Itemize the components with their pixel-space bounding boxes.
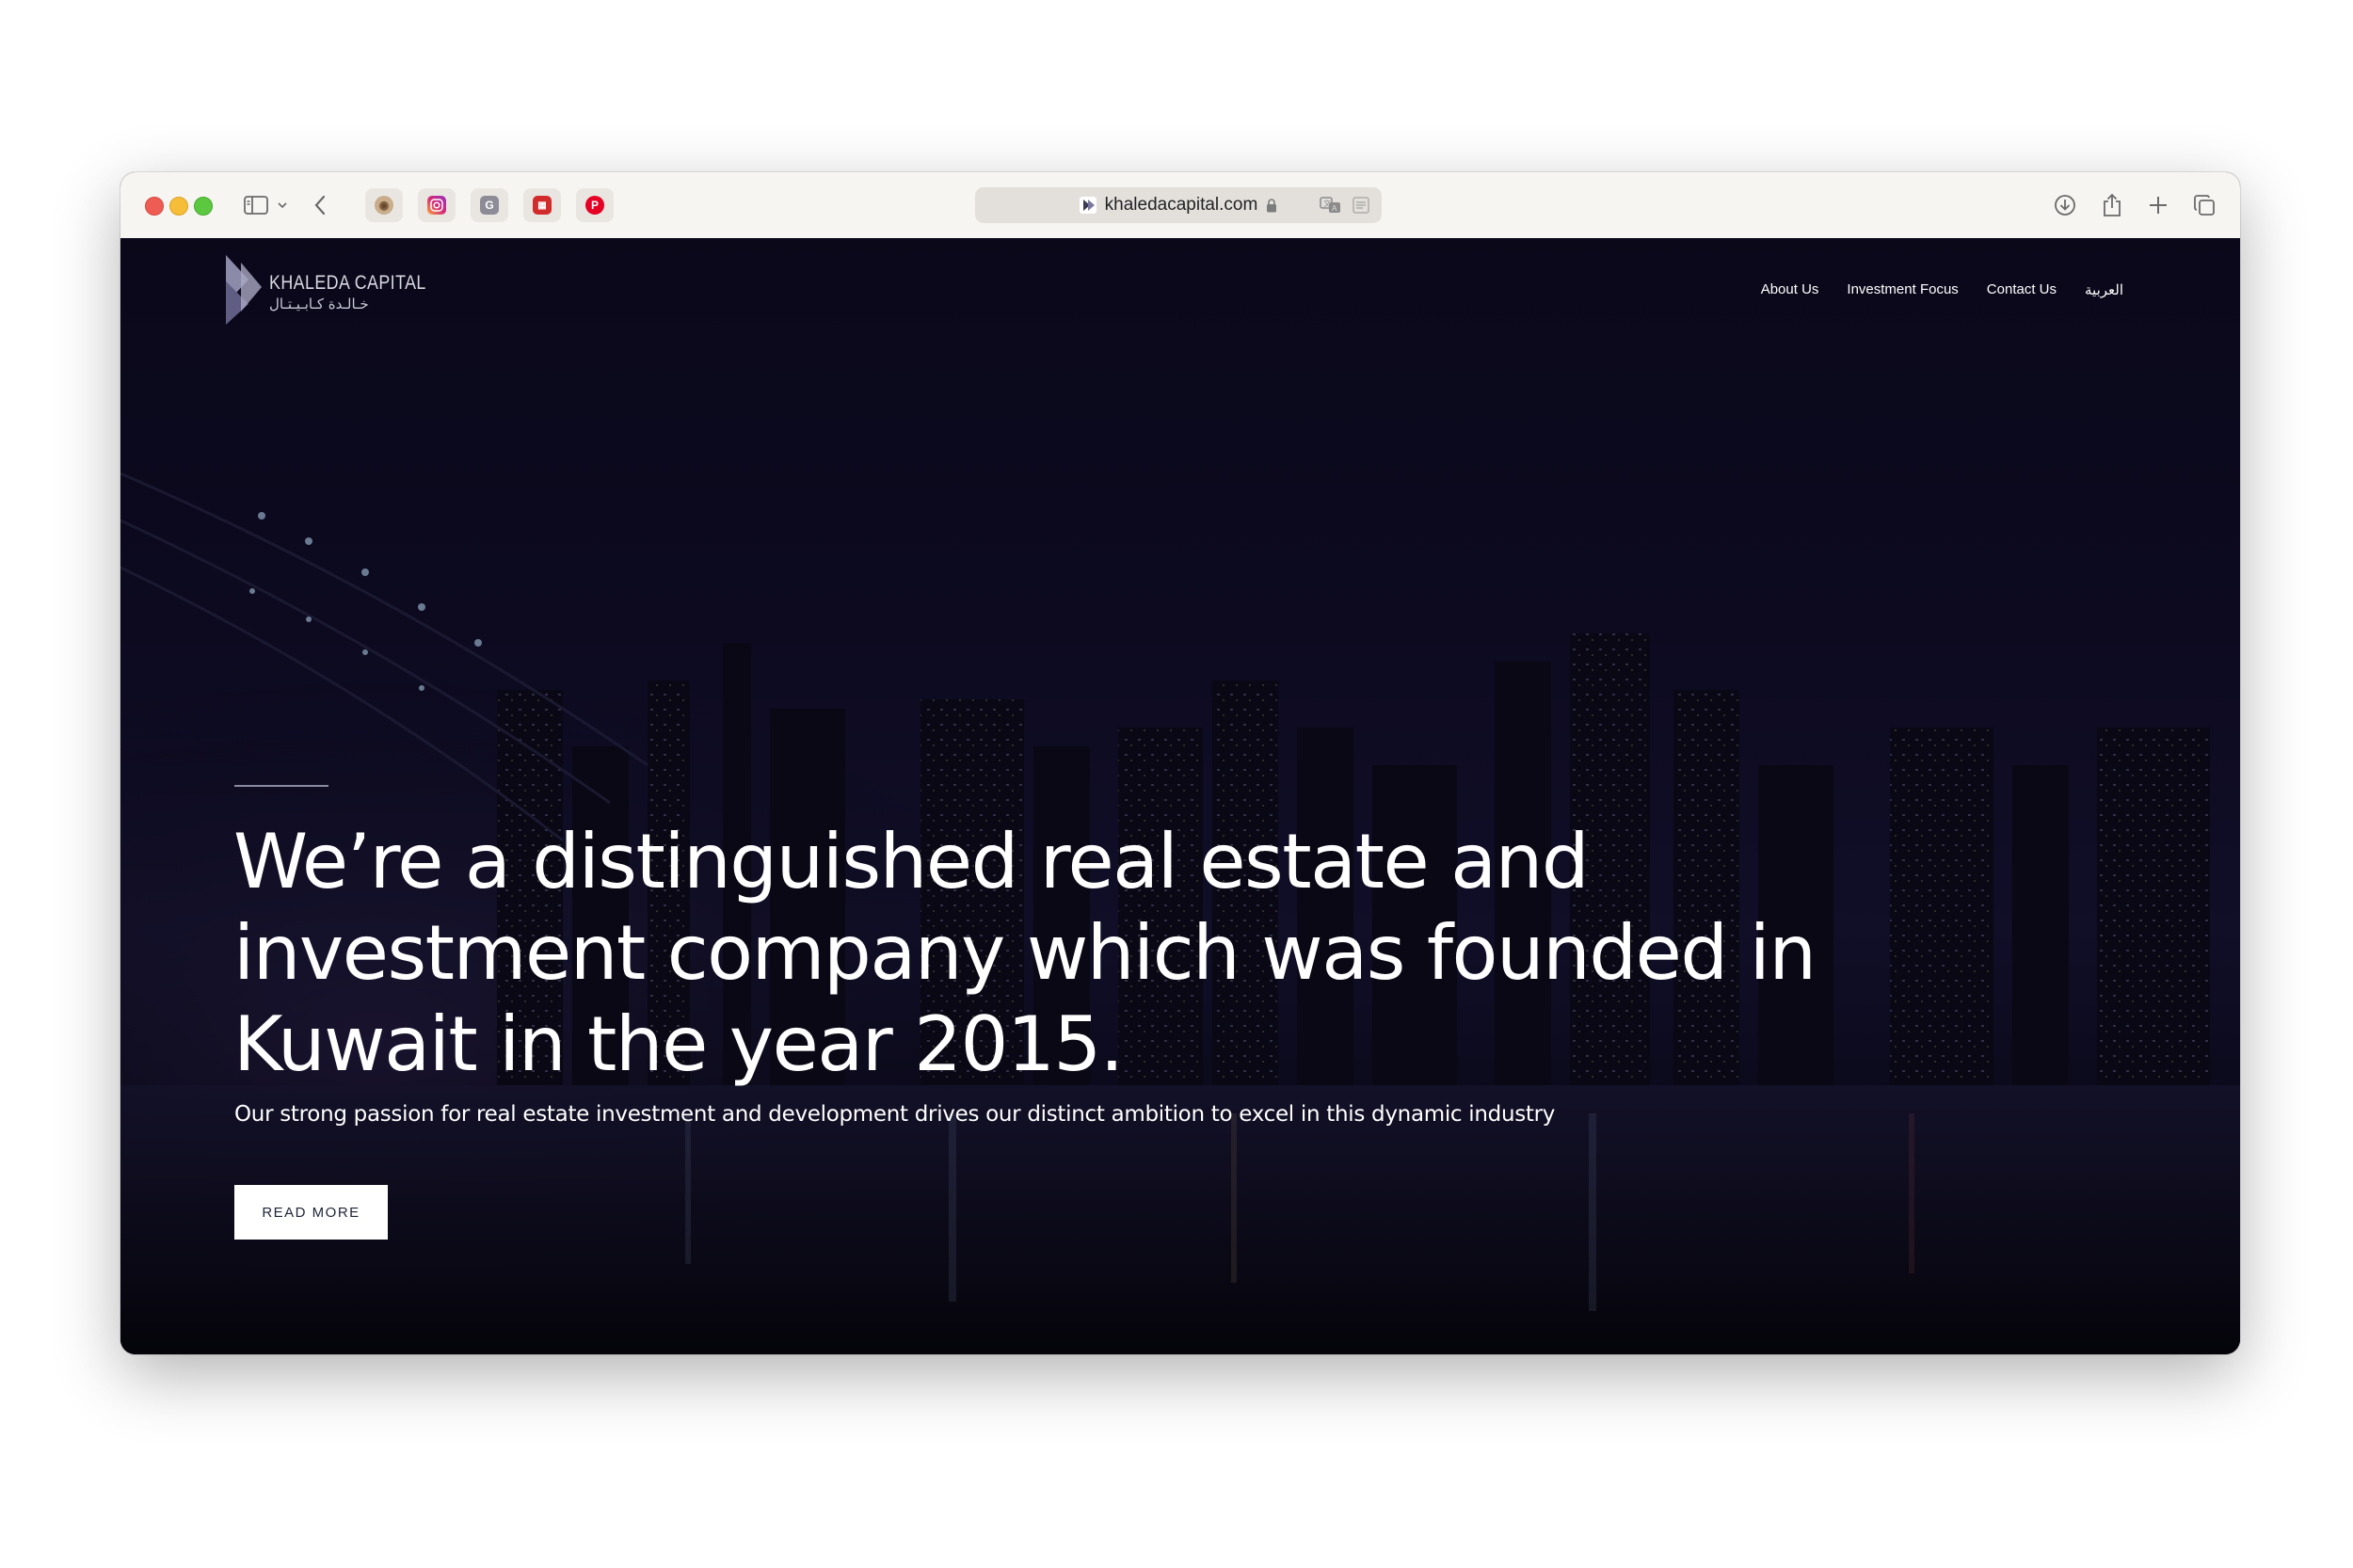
g-icon: G [480, 196, 499, 215]
svg-text:文: 文 [1323, 199, 1331, 208]
logo-mark-icon [226, 255, 262, 325]
translate-icon[interactable]: 文A [1320, 196, 1342, 215]
browser-window: ◉ G ▦ P khaledacapital.com 文A KHALEDA CA… [120, 172, 2240, 1354]
hero-title: We’re a distinguished real estate and in… [233, 818, 1817, 1088]
new-tab-icon[interactable] [2143, 190, 2173, 220]
nav-arabic-language[interactable]: العربية [2085, 281, 2123, 298]
favorite-pinterest[interactable]: P [576, 188, 614, 222]
logo-text-arabic: خـالـدة كـابـيـتـال [269, 296, 369, 312]
logo-text-english: KHALEDA CAPITAL [269, 272, 426, 294]
sidebar-toggle-icon[interactable] [241, 190, 271, 220]
share-icon[interactable] [2097, 190, 2127, 220]
stamp-icon: ▦ [533, 196, 552, 215]
favorite-stamp[interactable]: ▦ [523, 188, 561, 222]
tab-overview-icon[interactable] [2189, 190, 2219, 220]
favorite-instagram[interactable] [418, 188, 456, 222]
close-window-button[interactable] [145, 197, 164, 216]
address-bar[interactable]: khaledacapital.com 文A [975, 187, 1382, 223]
instagram-icon [427, 196, 446, 215]
nav-investment-focus[interactable]: Investment Focus [1847, 281, 1958, 298]
hero-subtitle: Our strong passion for real estate inves… [234, 1102, 1556, 1127]
favorite-monkey[interactable]: ◉ [365, 188, 403, 222]
monkey-icon: ◉ [375, 196, 393, 215]
pinterest-icon: P [585, 196, 604, 215]
download-icon[interactable] [2050, 190, 2080, 220]
reader-icon[interactable] [1352, 196, 1370, 215]
browser-toolbar: ◉ G ▦ P khaledacapital.com 文A [120, 172, 2240, 239]
minimize-window-button[interactable] [169, 197, 188, 216]
main-nav: About Us Investment Focus Contact Us الع… [1761, 281, 2123, 298]
city-night-background [120, 238, 2240, 1354]
favorite-g[interactable]: G [471, 188, 508, 222]
hero-divider [234, 785, 328, 787]
svg-text:A: A [1332, 204, 1337, 213]
chevron-down-icon[interactable] [273, 190, 292, 220]
zoom-window-button[interactable] [194, 197, 213, 216]
back-icon[interactable] [305, 190, 335, 220]
url-text: khaledacapital.com [1104, 195, 1258, 215]
read-more-button[interactable]: READ MORE [234, 1185, 388, 1240]
webpage: KHALEDA CAPITAL خـالـدة كـابـيـتـال Abou… [120, 238, 2240, 1354]
nav-contact-us[interactable]: Contact Us [1987, 281, 2057, 298]
nav-about-us[interactable]: About Us [1761, 281, 1819, 298]
site-favicon-icon [1079, 197, 1096, 214]
lock-icon [1267, 198, 1277, 212]
site-logo[interactable]: KHALEDA CAPITAL خـالـدة كـابـيـتـال [224, 253, 454, 327]
